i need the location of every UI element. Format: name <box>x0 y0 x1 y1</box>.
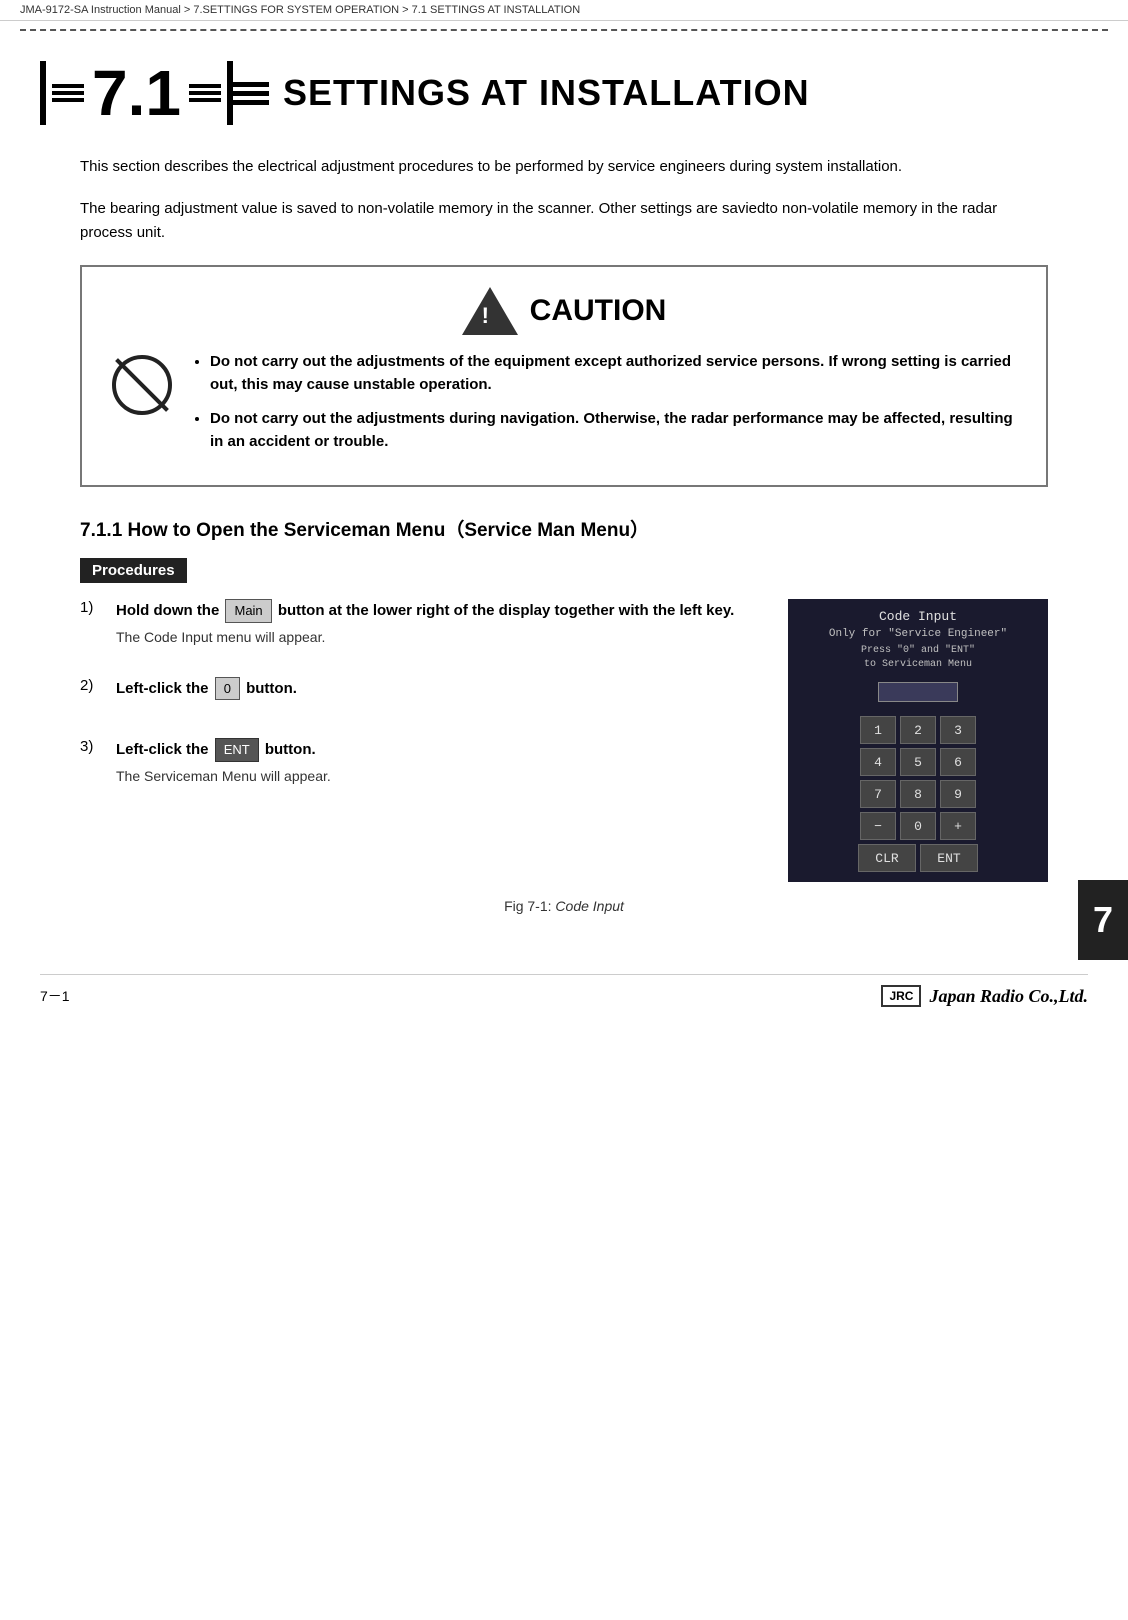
step-1-suffix: button at the lower right of the display… <box>278 602 734 619</box>
dashed-separator <box>20 29 1108 31</box>
panel-subtitle: Only for "Service Engineer" <box>798 628 1038 640</box>
keypad-row-4: − 0 + <box>860 812 976 840</box>
step-1-num: 1) <box>80 599 108 616</box>
footer-logo: JRC Japan Radio Co.,Ltd. <box>881 985 1088 1007</box>
step-2-num: 2) <box>80 677 108 694</box>
step-2-prefix: Left-click the <box>116 680 213 697</box>
key-1[interactable]: 1 <box>860 716 896 744</box>
company-name: Japan Radio Co.,Ltd. <box>929 986 1088 1007</box>
chapter-title: SETTINGS AT INSTALLATION <box>283 72 810 114</box>
fig-caption-italic: Code Input <box>555 898 624 914</box>
caution-content: Do not carry out the adjustments of the … <box>112 351 1016 465</box>
zero-button[interactable]: 0 <box>215 677 240 701</box>
keypad-row-1: 1 2 3 <box>860 716 976 744</box>
no-symbol-icon <box>112 355 172 415</box>
caution-bullet-1: Do not carry out the adjustments of the … <box>210 351 1016 396</box>
chapter-title-wrapper: SETTINGS AT INSTALLATION <box>233 72 810 114</box>
chapter-num-lines-right <box>189 84 221 102</box>
key-plus[interactable]: + <box>940 812 976 840</box>
steps-area: 1) Hold down the Main button at the lowe… <box>80 599 1048 882</box>
step-3-main: Left-click the ENT button. <box>116 738 758 762</box>
step-3: 3) Left-click the ENT button. The Servic… <box>80 738 758 784</box>
step-1-note: The Code Input menu will appear. <box>116 629 758 645</box>
procedures-badge: Procedures <box>80 558 187 583</box>
caution-header: CAUTION <box>112 287 1016 335</box>
keypad-row-3: 7 8 9 <box>860 780 976 808</box>
key-6[interactable]: 6 <box>940 748 976 776</box>
main-button[interactable]: Main <box>225 599 271 623</box>
step-3-prefix: Left-click the <box>116 741 213 758</box>
fig-caption-text: Fig 7-1: <box>504 898 551 914</box>
caution-title: CAUTION <box>530 294 667 328</box>
chapter-number-box: 7.1 <box>40 61 233 125</box>
intro-para1: This section describes the electrical ad… <box>80 155 1048 179</box>
key-8[interactable]: 8 <box>900 780 936 808</box>
keypad-row-5: CLR ENT <box>858 844 978 872</box>
key-0[interactable]: 0 <box>900 812 936 840</box>
panel-instruction: Press "0" and "ENT" to Serviceman Menu <box>798 644 1038 672</box>
steps-list: 1) Hold down the Main button at the lowe… <box>80 599 758 816</box>
chapter-number: 7.1 <box>92 61 181 125</box>
step-2-content: Left-click the 0 button. <box>116 677 758 707</box>
main-content: This section describes the electrical ad… <box>80 155 1048 914</box>
intro-para2: The bearing adjustment value is saved to… <box>80 197 1048 245</box>
chapter-heading: 7.1 SETTINGS AT INSTALLATION <box>40 61 1088 125</box>
key-minus[interactable]: − <box>860 812 896 840</box>
step-2-suffix: button. <box>246 680 297 697</box>
caution-bullet-2: Do not carry out the adjustments during … <box>210 408 1016 453</box>
chapter-num-lines <box>52 84 84 102</box>
caution-box: CAUTION Do not carry out the adjustments… <box>80 265 1048 487</box>
caution-triangle-icon <box>462 287 518 335</box>
keypad-row-2: 4 5 6 <box>860 748 976 776</box>
step-1: 1) Hold down the Main button at the lowe… <box>80 599 758 645</box>
jrc-box: JRC <box>881 985 921 1007</box>
key-3[interactable]: 3 <box>940 716 976 744</box>
footer: 7－1 JRC Japan Radio Co.,Ltd. <box>40 974 1088 1007</box>
chapter-icon-lines <box>233 82 269 105</box>
key-2[interactable]: 2 <box>900 716 936 744</box>
key-5[interactable]: 5 <box>900 748 936 776</box>
caution-bullets: Do not carry out the adjustments of the … <box>192 351 1016 465</box>
keypad: 1 2 3 4 5 6 7 8 9 − 0 + <box>798 716 1038 872</box>
chapter-tab: 7 <box>1078 880 1128 960</box>
panel-title: Code Input <box>798 609 1038 624</box>
step-1-content: Hold down the Main button at the lower r… <box>116 599 758 645</box>
step-3-content: Left-click the ENT button. The Servicema… <box>116 738 758 784</box>
step-1-prefix: Hold down the <box>116 602 223 619</box>
key-4[interactable]: 4 <box>860 748 896 776</box>
panel-input-field <box>878 682 958 702</box>
step-3-note: The Serviceman Menu will appear. <box>116 768 758 784</box>
footer-page: 7－1 <box>40 986 70 1006</box>
step-3-suffix: button. <box>265 741 316 758</box>
key-ent[interactable]: ENT <box>920 844 978 872</box>
breadcrumb-text: JMA-9172-SA Instruction Manual > 7.SETTI… <box>20 4 580 16</box>
section-711-heading: 7.1.1 How to Open the Serviceman Menu（Se… <box>80 515 1048 542</box>
key-7[interactable]: 7 <box>860 780 896 808</box>
code-input-panel: Code Input Only for "Service Engineer" P… <box>788 599 1048 882</box>
ent-button[interactable]: ENT <box>215 738 259 762</box>
key-9[interactable]: 9 <box>940 780 976 808</box>
step-1-main: Hold down the Main button at the lower r… <box>116 599 758 623</box>
key-clr[interactable]: CLR <box>858 844 916 872</box>
breadcrumb: JMA-9172-SA Instruction Manual > 7.SETTI… <box>0 0 1128 21</box>
step-2-main: Left-click the 0 button. <box>116 677 758 701</box>
step-2: 2) Left-click the 0 button. <box>80 677 758 707</box>
figure-caption: Fig 7-1: Code Input <box>80 898 1048 914</box>
step-3-num: 3) <box>80 738 108 755</box>
